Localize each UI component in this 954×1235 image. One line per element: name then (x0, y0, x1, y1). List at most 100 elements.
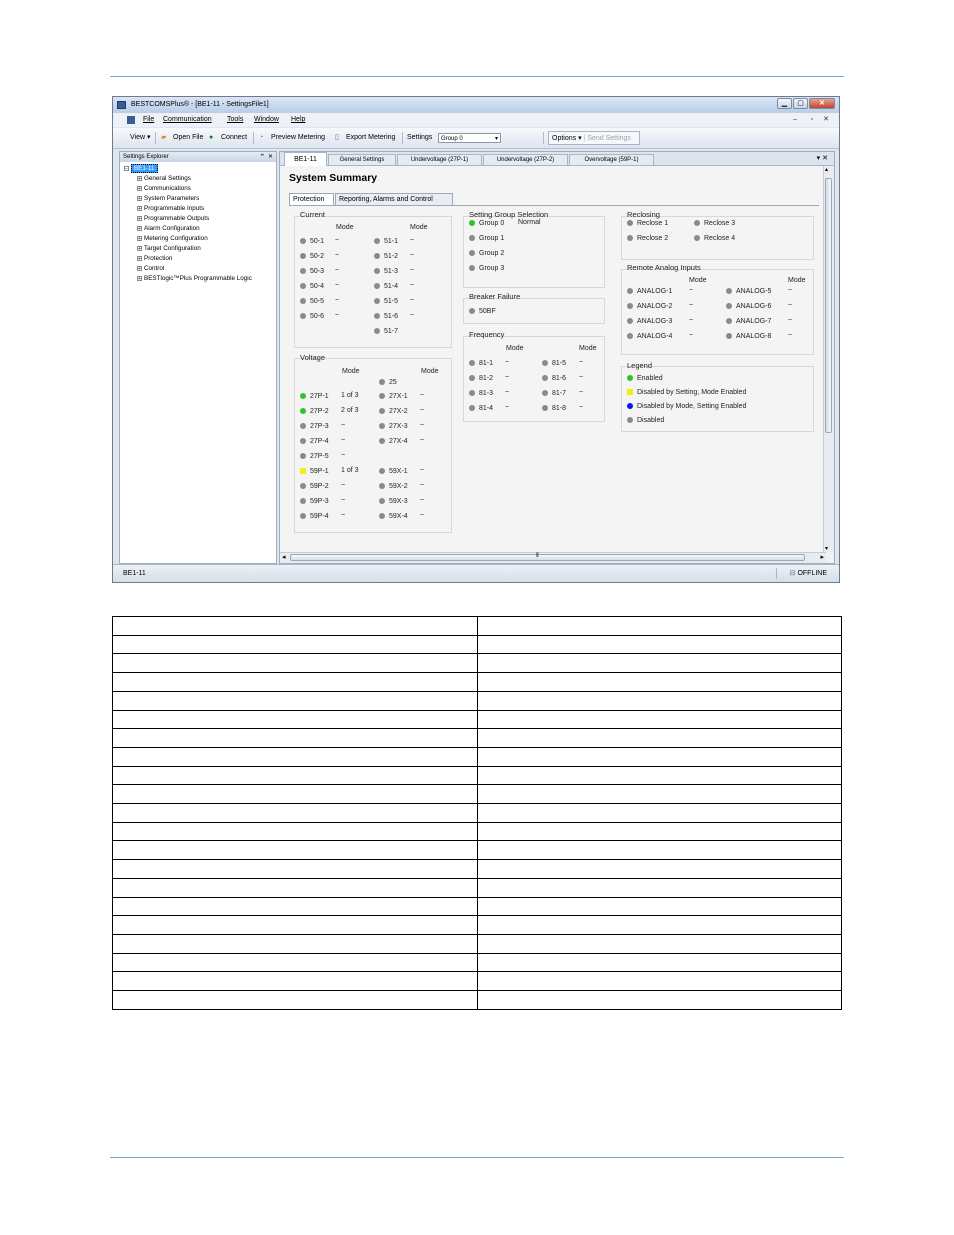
folder-icon: ▰ (161, 134, 167, 141)
table-cell (476, 915, 842, 935)
status-dot (379, 468, 385, 474)
status-dot (379, 498, 385, 504)
tree-node-target-configuration[interactable]: + Target Configuration (137, 244, 201, 254)
tree-node-programmable-inputs[interactable]: + Programmable Inputs (137, 204, 204, 214)
mode-value: ~ (420, 437, 425, 444)
tab-overvoltage-59p-1[interactable]: Overvoltage (59P-1) (569, 154, 654, 165)
menu-tools[interactable]: Tools (227, 113, 243, 127)
expand-icon[interactable]: + (137, 225, 142, 231)
status-dot (300, 393, 306, 399)
tab-undervoltage-27p-2[interactable]: Undervoltage (27P-2) (483, 154, 568, 165)
expand-icon[interactable]: + (137, 245, 142, 251)
expand-icon[interactable]: + (137, 215, 142, 221)
horizontal-scroll-thumb[interactable]: ⦀ (290, 553, 805, 561)
vertical-scrollbar[interactable]: ▴ ▾ (823, 166, 834, 552)
options-group: Options ▾ | Send Settings (548, 131, 640, 145)
tree-node-bestlogic[interactable]: + BESTlogic™Plus Programmable Logic (137, 274, 252, 284)
expand-icon[interactable]: + (137, 195, 142, 201)
menu-help[interactable]: Help (291, 113, 305, 127)
status-dot (379, 379, 385, 385)
element-27P-1: 27P-1 (300, 392, 329, 402)
legend-disabled: Disabled (627, 416, 664, 426)
tab-reporting-alarms-control[interactable]: Reporting, Alarms and Control (335, 193, 453, 205)
element-ANALOG-7: ANALOG-7 (726, 317, 771, 327)
table-row (112, 690, 842, 711)
table-cell (112, 616, 478, 636)
mode-value: ~ (788, 332, 793, 339)
element-59P-3: 59P-3 (300, 497, 329, 507)
menu-file[interactable]: File (143, 113, 154, 127)
collapse-icon[interactable]: − (124, 165, 129, 171)
status-dot (627, 235, 633, 241)
table-cell (476, 653, 842, 674)
status-dot (726, 303, 732, 309)
expand-icon[interactable]: + (137, 175, 142, 181)
tab-protection[interactable]: Protection (289, 193, 334, 205)
tree-node-alarm-configuration[interactable]: + Alarm Configuration (137, 224, 200, 234)
doc-minimize-button[interactable]: – (793, 113, 797, 127)
connect-button[interactable]: Connect (221, 128, 247, 148)
pin-icon[interactable]: ꟸ (261, 152, 264, 162)
element-81-4: 81-4 (469, 404, 493, 414)
expand-icon[interactable]: + (137, 265, 142, 271)
vertical-scroll-thumb[interactable] (825, 178, 832, 433)
analog-mode-header-right: Mode (788, 277, 806, 284)
doc-close-button[interactable]: ✕ (823, 113, 829, 127)
menu-window[interactable]: Window (254, 113, 279, 127)
options-button[interactable]: Options ▾ (552, 135, 582, 142)
expand-icon[interactable]: + (137, 255, 142, 261)
mode-value: ~ (335, 252, 340, 259)
tree-root[interactable]: − BE1-11 (124, 164, 158, 174)
open-file-button[interactable]: Open File (173, 128, 203, 148)
menu-communication[interactable]: Communication (163, 113, 212, 127)
close-button[interactable]: ✕ (809, 98, 835, 109)
tab-list-controls[interactable]: ▾ ✕ (817, 154, 828, 162)
page-header-rule (110, 76, 844, 77)
tree-node-general-settings[interactable]: + General Settings (137, 174, 191, 184)
tree-node-programmable-outputs[interactable]: + Programmable Outputs (137, 214, 209, 224)
mode-value: ~ (420, 407, 425, 414)
status-dot (300, 298, 306, 304)
tree-node-control[interactable]: + Control (137, 264, 164, 274)
tree-node-communications[interactable]: + Communications (137, 184, 191, 194)
status-dot (627, 403, 633, 409)
status-square (627, 389, 633, 395)
expand-icon[interactable]: + (137, 275, 142, 281)
expand-icon[interactable]: + (137, 205, 142, 211)
scroll-down-arrow[interactable]: ▾ (825, 545, 828, 552)
export-metering-button[interactable]: Export Metering (346, 128, 395, 148)
preview-metering-button[interactable]: Preview Metering (271, 128, 325, 148)
scroll-up-arrow[interactable]: ▴ (825, 166, 828, 173)
status-dot (627, 318, 633, 324)
legend-title: Legend (627, 361, 653, 370)
table-cell (476, 634, 842, 655)
toolbar: View ▾ ▰ Open File ● Connect ◔ Preview M… (113, 128, 839, 149)
status-dot (300, 268, 306, 274)
horizontal-scrollbar[interactable]: ◂ ⦀ ▸ (280, 552, 826, 563)
table-cell (476, 784, 842, 805)
tree-node-metering-configuration[interactable]: + Metering Configuration (137, 234, 208, 244)
scroll-grip-icon: ⦀ (536, 553, 539, 559)
tree-node-system-parameters[interactable]: + System Parameters (137, 194, 199, 204)
settings-group-select[interactable]: Group 0 ▾ (438, 133, 501, 143)
scroll-left-arrow[interactable]: ◂ (282, 553, 286, 562)
status-dot (469, 360, 475, 366)
tree-node-protection[interactable]: + Protection (137, 254, 172, 264)
element-27X-1: 27X-1 (379, 392, 408, 402)
tab-undervoltage-27p-1[interactable]: Undervoltage (27P-1) (397, 154, 482, 165)
expand-icon[interactable]: + (137, 185, 142, 191)
tab-general-settings[interactable]: General Settings (328, 154, 396, 165)
breaker-failure-title: Breaker Failure (469, 292, 521, 301)
expand-icon[interactable]: + (137, 235, 142, 241)
status-dot (627, 417, 633, 423)
status-dot (542, 405, 548, 411)
maximize-button[interactable]: ▢ (793, 98, 808, 109)
view-menu-button[interactable]: View ▾ (130, 128, 151, 148)
minimize-button[interactable]: ▁ (777, 98, 792, 109)
explorer-close-icon[interactable]: ✕ (268, 152, 273, 162)
send-settings-button[interactable]: Send Settings (587, 135, 631, 142)
doc-restore-button[interactable]: ▫ (811, 113, 813, 127)
document-icon (127, 116, 135, 124)
tab-be1-11[interactable]: BE1-11 (284, 152, 327, 166)
scroll-right-arrow[interactable]: ▸ (820, 553, 824, 562)
